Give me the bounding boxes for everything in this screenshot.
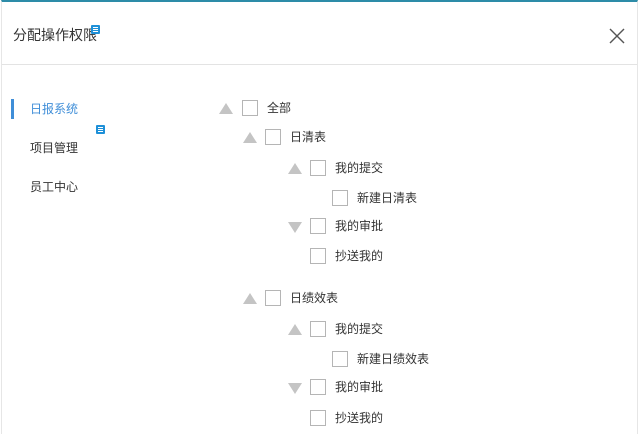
collapse-arrow-icon[interactable] [288,163,302,174]
tree-node-label: 我的审批 [335,219,384,233]
permission-dialog: 分配操作权限 日报系统 项目管理 员工中心 全部 日清表 我的提交 新建日清表 … [1,0,638,434]
tree-node-leaf: 抄送我的 [310,248,430,266]
tree-node-label: 我的提交 [335,161,384,175]
sidebar-item-label: 员工中心 [30,180,79,194]
checkbox-group[interactable] [265,129,281,145]
tree-node-label: 新建日清表 [357,191,418,205]
collapse-arrow-icon[interactable] [288,324,302,335]
tree-node-root: 全部 [219,100,339,118]
tree-node-group: 日绩效表 [243,290,363,308]
tree-node-label: 我的审批 [335,380,384,394]
tree-node-item: 我的审批 [288,379,408,397]
checkbox-item[interactable] [310,410,326,426]
collapse-arrow-icon[interactable] [243,293,257,304]
expand-arrow-icon[interactable] [288,222,302,233]
sidebar-item-employee-center[interactable]: 员工中心 [11,176,78,198]
collapse-arrow-icon[interactable] [243,132,257,143]
checkbox-item[interactable] [310,160,326,176]
tree-node-label: 我的提交 [335,322,384,336]
tree-node-label: 日清表 [290,130,327,144]
sidebar-item-daily-report[interactable]: 日报系统 [11,98,78,120]
checkbox-item[interactable] [310,218,326,234]
tree-node-item: 我的提交 [288,321,408,339]
tree-node-group: 日清表 [243,129,363,147]
checkbox-item[interactable] [332,351,348,367]
checkbox-item[interactable] [310,248,326,264]
tree-node-label: 新建日绩效表 [357,352,430,366]
checkbox-all[interactable] [242,100,258,116]
checkbox-item[interactable] [310,379,326,395]
tree-node-label: 抄送我的 [335,411,384,425]
sidebar-item-label: 项目管理 [30,141,79,155]
expand-arrow-icon[interactable] [288,383,302,394]
tree-node-label: 抄送我的 [335,249,384,263]
tree-node-item: 我的提交 [288,160,408,178]
tree-node-item: 我的审批 [288,218,408,236]
checkbox-item[interactable] [310,321,326,337]
close-button[interactable] [606,25,628,47]
collapse-arrow-icon[interactable] [219,103,233,114]
sidebar-item-label: 日报系统 [30,102,79,116]
sidebar-item-project-management[interactable]: 项目管理 [11,137,78,159]
checkbox-item[interactable] [332,190,348,206]
close-icon [609,28,625,44]
tree-node-label: 日绩效表 [290,291,339,305]
tree-node-label: 全部 [267,101,292,115]
tree-node-leaf: 新建日清表 [332,190,452,208]
document-badge-icon [91,25,100,34]
dialog-header: 分配操作权限 [2,2,637,65]
checkbox-group[interactable] [265,290,281,306]
tree-node-leaf: 新建日绩效表 [332,351,472,369]
document-badge-icon [96,125,105,134]
tree-node-leaf: 抄送我的 [310,410,430,428]
dialog-title: 分配操作权限 [13,28,97,44]
